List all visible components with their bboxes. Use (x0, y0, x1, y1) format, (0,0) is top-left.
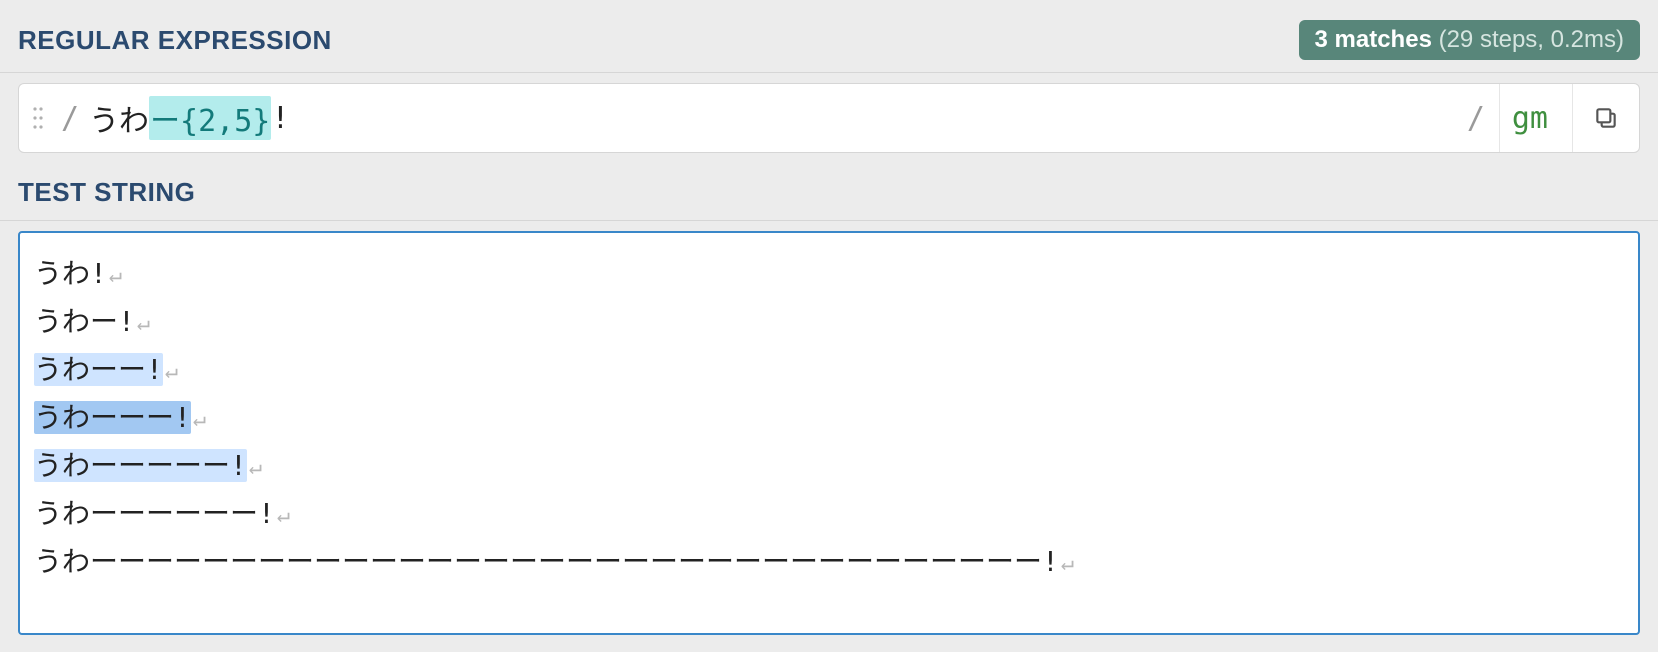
test-line: うわーーーーー!↵ (34, 443, 1624, 491)
newline-marker-icon: ↵ (247, 455, 262, 480)
test-line: うわーーー!↵ (34, 395, 1624, 443)
regex-literal: うわ (89, 96, 149, 140)
newline-marker-icon: ↵ (275, 503, 290, 528)
regex-input-row: / うわー{2,5}! / gm (18, 83, 1640, 153)
drag-handle-icon[interactable] (19, 84, 57, 152)
regex-close-delimiter: / (1453, 84, 1500, 152)
match-highlight: うわーー! (34, 353, 163, 386)
text-segment: うわーーーーーー! (34, 497, 275, 530)
text-segment: うわー! (34, 305, 135, 338)
newline-marker-icon: ↵ (191, 407, 206, 432)
newline-marker-icon: ↵ (163, 359, 178, 384)
test-line: うわーーーーーーーーーーーーーーーーーーーーーーーーーーーーーーーーーー!↵ (34, 539, 1624, 587)
test-line: うわーー!↵ (34, 347, 1624, 395)
newline-marker-icon: ↵ (135, 311, 150, 336)
regex-pattern-input[interactable]: うわー{2,5}! (89, 84, 1453, 152)
newline-marker-icon: ↵ (107, 263, 122, 288)
test-line: うわー!↵ (34, 299, 1624, 347)
regex-open-delimiter: / (57, 84, 89, 152)
regex-quantifier: ー{2,5} (149, 96, 271, 140)
regex-literal: ! (271, 101, 289, 136)
text-segment: うわ! (34, 257, 107, 290)
match-status-pill: 3 matches (29 steps, 0.2ms) (1299, 20, 1640, 60)
copy-regex-button[interactable] (1573, 84, 1639, 152)
test-line: うわ!↵ (34, 251, 1624, 299)
regex-section-title: REGULAR EXPRESSION (18, 25, 332, 56)
match-count-label: 3 matches (1315, 26, 1432, 53)
test-string-input[interactable]: うわ!↵うわー!↵うわーー!↵うわーーー!↵うわーーーーー!↵うわーーーーーー!… (18, 231, 1640, 635)
match-highlight: うわーーー! (34, 401, 191, 434)
regex-flags-button[interactable]: gm (1500, 84, 1573, 152)
match-highlight: うわーーーーー! (34, 449, 247, 482)
test-line: うわーーーーーー!↵ (34, 491, 1624, 539)
test-string-section-title: TEST STRING (18, 177, 1640, 208)
copy-icon (1593, 105, 1619, 131)
text-segment: うわーーーーーーーーーーーーーーーーーーーーーーーーーーーーーーーーーー! (34, 545, 1059, 578)
newline-marker-icon: ↵ (1059, 551, 1074, 576)
match-detail-label: (29 steps, 0.2ms) (1432, 26, 1624, 53)
